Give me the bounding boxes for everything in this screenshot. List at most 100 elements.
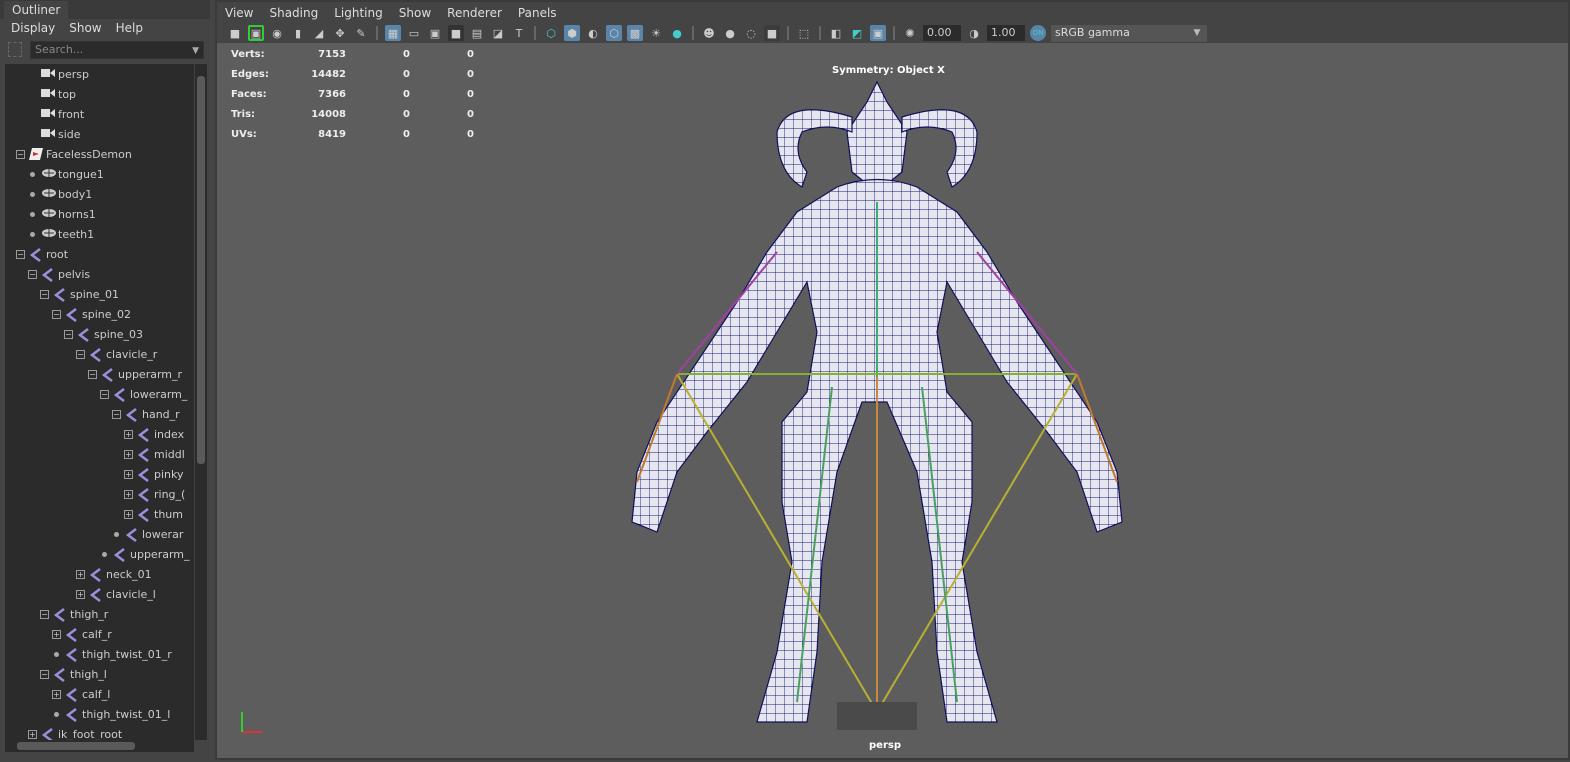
outliner-item[interactable]: − lowerarm_ xyxy=(100,384,187,404)
2d-pan-zoom-icon[interactable]: ✥ xyxy=(332,25,348,41)
collapse-toggle-icon[interactable]: − xyxy=(40,289,49,299)
collapse-toggle-icon[interactable]: − xyxy=(52,309,61,319)
select-camera-icon[interactable]: ■ xyxy=(227,25,243,41)
outliner-item[interactable]: − upperarm_r xyxy=(88,364,182,384)
frame-selection-icon[interactable] xyxy=(8,42,22,57)
smooth-shade-icon[interactable]: ⬢ xyxy=(564,25,580,41)
color-space-select[interactable]: sRGB gamma ▼ xyxy=(1051,24,1207,42)
image-plane-icon[interactable]: ◢ xyxy=(311,25,327,41)
safe-title-icon[interactable]: T xyxy=(511,25,527,41)
search-input[interactable]: Search... ▼ xyxy=(30,41,204,59)
wireframe-icon[interactable]: ⬡ xyxy=(543,25,559,41)
search-dropdown-icon[interactable]: ▼ xyxy=(192,46,199,56)
expand-toggle-icon[interactable]: + xyxy=(28,729,37,739)
lights-icon[interactable]: ☀ xyxy=(648,25,664,41)
outliner-item[interactable]: teeth1 xyxy=(28,224,94,244)
outliner-item[interactable]: lowerar xyxy=(112,524,183,544)
outliner-item[interactable]: − root xyxy=(16,244,68,264)
field-chart-icon[interactable]: ▤ xyxy=(469,25,485,41)
resolution-gate-icon[interactable]: ▣ xyxy=(427,25,443,41)
outliner-item[interactable]: − spine_02 xyxy=(52,304,131,324)
bookmark-camera-icon[interactable]: ◉ xyxy=(269,25,285,41)
outliner-item[interactable]: thigh_twist_01_l xyxy=(52,704,170,724)
menu-display[interactable]: Display xyxy=(11,21,55,37)
vertical-scrollbar[interactable] xyxy=(195,64,207,740)
depth-of-field-icon[interactable]: ■ xyxy=(764,25,780,41)
outliner-item[interactable]: − thigh_r xyxy=(40,604,108,624)
gamma-field[interactable]: 1.00 xyxy=(987,25,1025,41)
outliner-item[interactable]: − pelvis xyxy=(28,264,90,284)
outliner-item[interactable]: upperarm_ xyxy=(100,544,190,564)
collapse-toggle-icon[interactable]: − xyxy=(16,249,25,259)
expand-toggle-icon[interactable]: + xyxy=(124,449,133,459)
default-material-icon[interactable]: ◐ xyxy=(585,25,601,41)
horizontal-scrollbar[interactable] xyxy=(5,740,194,752)
collapse-toggle-icon[interactable]: − xyxy=(100,389,109,399)
film-gate-icon[interactable]: ▭ xyxy=(406,25,422,41)
exposure-field[interactable]: 0.00 xyxy=(923,25,961,41)
collapse-toggle-icon[interactable]: − xyxy=(88,369,97,379)
xray-joints-icon[interactable]: ▣ xyxy=(870,25,886,41)
motion-blur-icon[interactable]: ● xyxy=(722,25,738,41)
menu-lighting[interactable]: Lighting xyxy=(334,6,383,20)
collapse-toggle-icon[interactable]: − xyxy=(76,349,85,359)
gate-mask-icon[interactable]: ■ xyxy=(448,25,464,41)
outliner-item[interactable]: − spine_01 xyxy=(40,284,119,304)
chevron-down-icon[interactable]: ▼ xyxy=(1187,24,1207,42)
anti-aliasing-icon[interactable]: ◌ xyxy=(743,25,759,41)
outliner-item[interactable]: + neck_01 xyxy=(76,564,152,584)
shadows-icon[interactable]: ● xyxy=(669,25,685,41)
outliner-item[interactable]: − thigh_l xyxy=(40,664,107,684)
outliner-item[interactable]: + calf_r xyxy=(52,624,112,644)
expand-toggle-icon[interactable]: + xyxy=(76,589,85,599)
wireframe-on-shaded-icon[interactable]: ⬡ xyxy=(606,25,622,41)
menu-panels[interactable]: Panels xyxy=(518,6,557,20)
outliner-item[interactable]: + index xyxy=(124,424,184,444)
outliner-item[interactable]: + calf_l xyxy=(52,684,110,704)
expand-toggle-icon[interactable]: + xyxy=(52,689,61,699)
camera-attributes-icon[interactable]: ▣ xyxy=(248,25,264,41)
grease-pencil-icon[interactable]: ✎ xyxy=(353,25,369,41)
xray-icon[interactable]: ◧ xyxy=(828,25,844,41)
grid-icon[interactable]: ▦ xyxy=(385,25,401,41)
safe-action-icon[interactable]: ◪ xyxy=(490,25,506,41)
outliner-item[interactable]: side xyxy=(28,124,81,144)
outliner-item[interactable]: − FacelessDemon xyxy=(16,144,132,164)
bookmark-icon[interactable]: ▮ xyxy=(290,25,306,41)
expand-toggle-icon[interactable]: + xyxy=(52,629,61,639)
outliner-item[interactable]: + middl xyxy=(124,444,185,464)
outliner-item[interactable]: + thum xyxy=(124,504,183,524)
outliner-item[interactable]: − spine_03 xyxy=(64,324,143,344)
expand-toggle-icon[interactable]: + xyxy=(76,569,85,579)
menu-renderer[interactable]: Renderer xyxy=(447,6,502,20)
outliner-item[interactable]: + pinky xyxy=(124,464,184,484)
expand-toggle-icon[interactable]: + xyxy=(124,489,133,499)
expand-toggle-icon[interactable]: + xyxy=(124,509,133,519)
viewport-panel[interactable]: View Shading Lighting Show Renderer Pane… xyxy=(215,0,1570,760)
menu-show[interactable]: Show xyxy=(69,21,101,37)
gamma-icon[interactable]: ◑ xyxy=(966,25,982,41)
expand-toggle-icon[interactable]: + xyxy=(124,469,133,479)
menu-view[interactable]: View xyxy=(225,6,253,20)
color-management-toggle-icon[interactable]: ON xyxy=(1030,25,1046,41)
menu-shading[interactable]: Shading xyxy=(269,6,318,20)
outliner-item[interactable]: body1 xyxy=(28,184,92,204)
menu-help[interactable]: Help xyxy=(116,21,143,37)
outliner-item[interactable]: front xyxy=(28,104,84,124)
collapse-toggle-icon[interactable]: − xyxy=(40,669,49,679)
outliner-item[interactable]: − clavicle_r xyxy=(76,344,157,364)
outliner-item[interactable]: tongue1 xyxy=(28,164,104,184)
outliner-item[interactable]: + ik_foot_root xyxy=(28,724,122,740)
exposure-icon[interactable]: ✺ xyxy=(902,25,918,41)
xray-active-icon[interactable]: ◩ xyxy=(849,25,865,41)
outliner-item[interactable]: horns1 xyxy=(28,204,96,224)
outliner-item[interactable]: + ring_( xyxy=(124,484,185,504)
collapse-toggle-icon[interactable]: − xyxy=(40,609,49,619)
menu-show[interactable]: Show xyxy=(399,6,431,20)
outliner-item[interactable]: − hand_r xyxy=(112,404,180,424)
isolate-select-icon[interactable]: ⬚ xyxy=(796,25,812,41)
collapse-toggle-icon[interactable]: − xyxy=(112,409,121,419)
expand-toggle-icon[interactable]: + xyxy=(124,429,133,439)
outliner-item[interactable]: thigh_twist_01_r xyxy=(52,644,172,664)
collapse-toggle-icon[interactable]: − xyxy=(64,329,73,339)
